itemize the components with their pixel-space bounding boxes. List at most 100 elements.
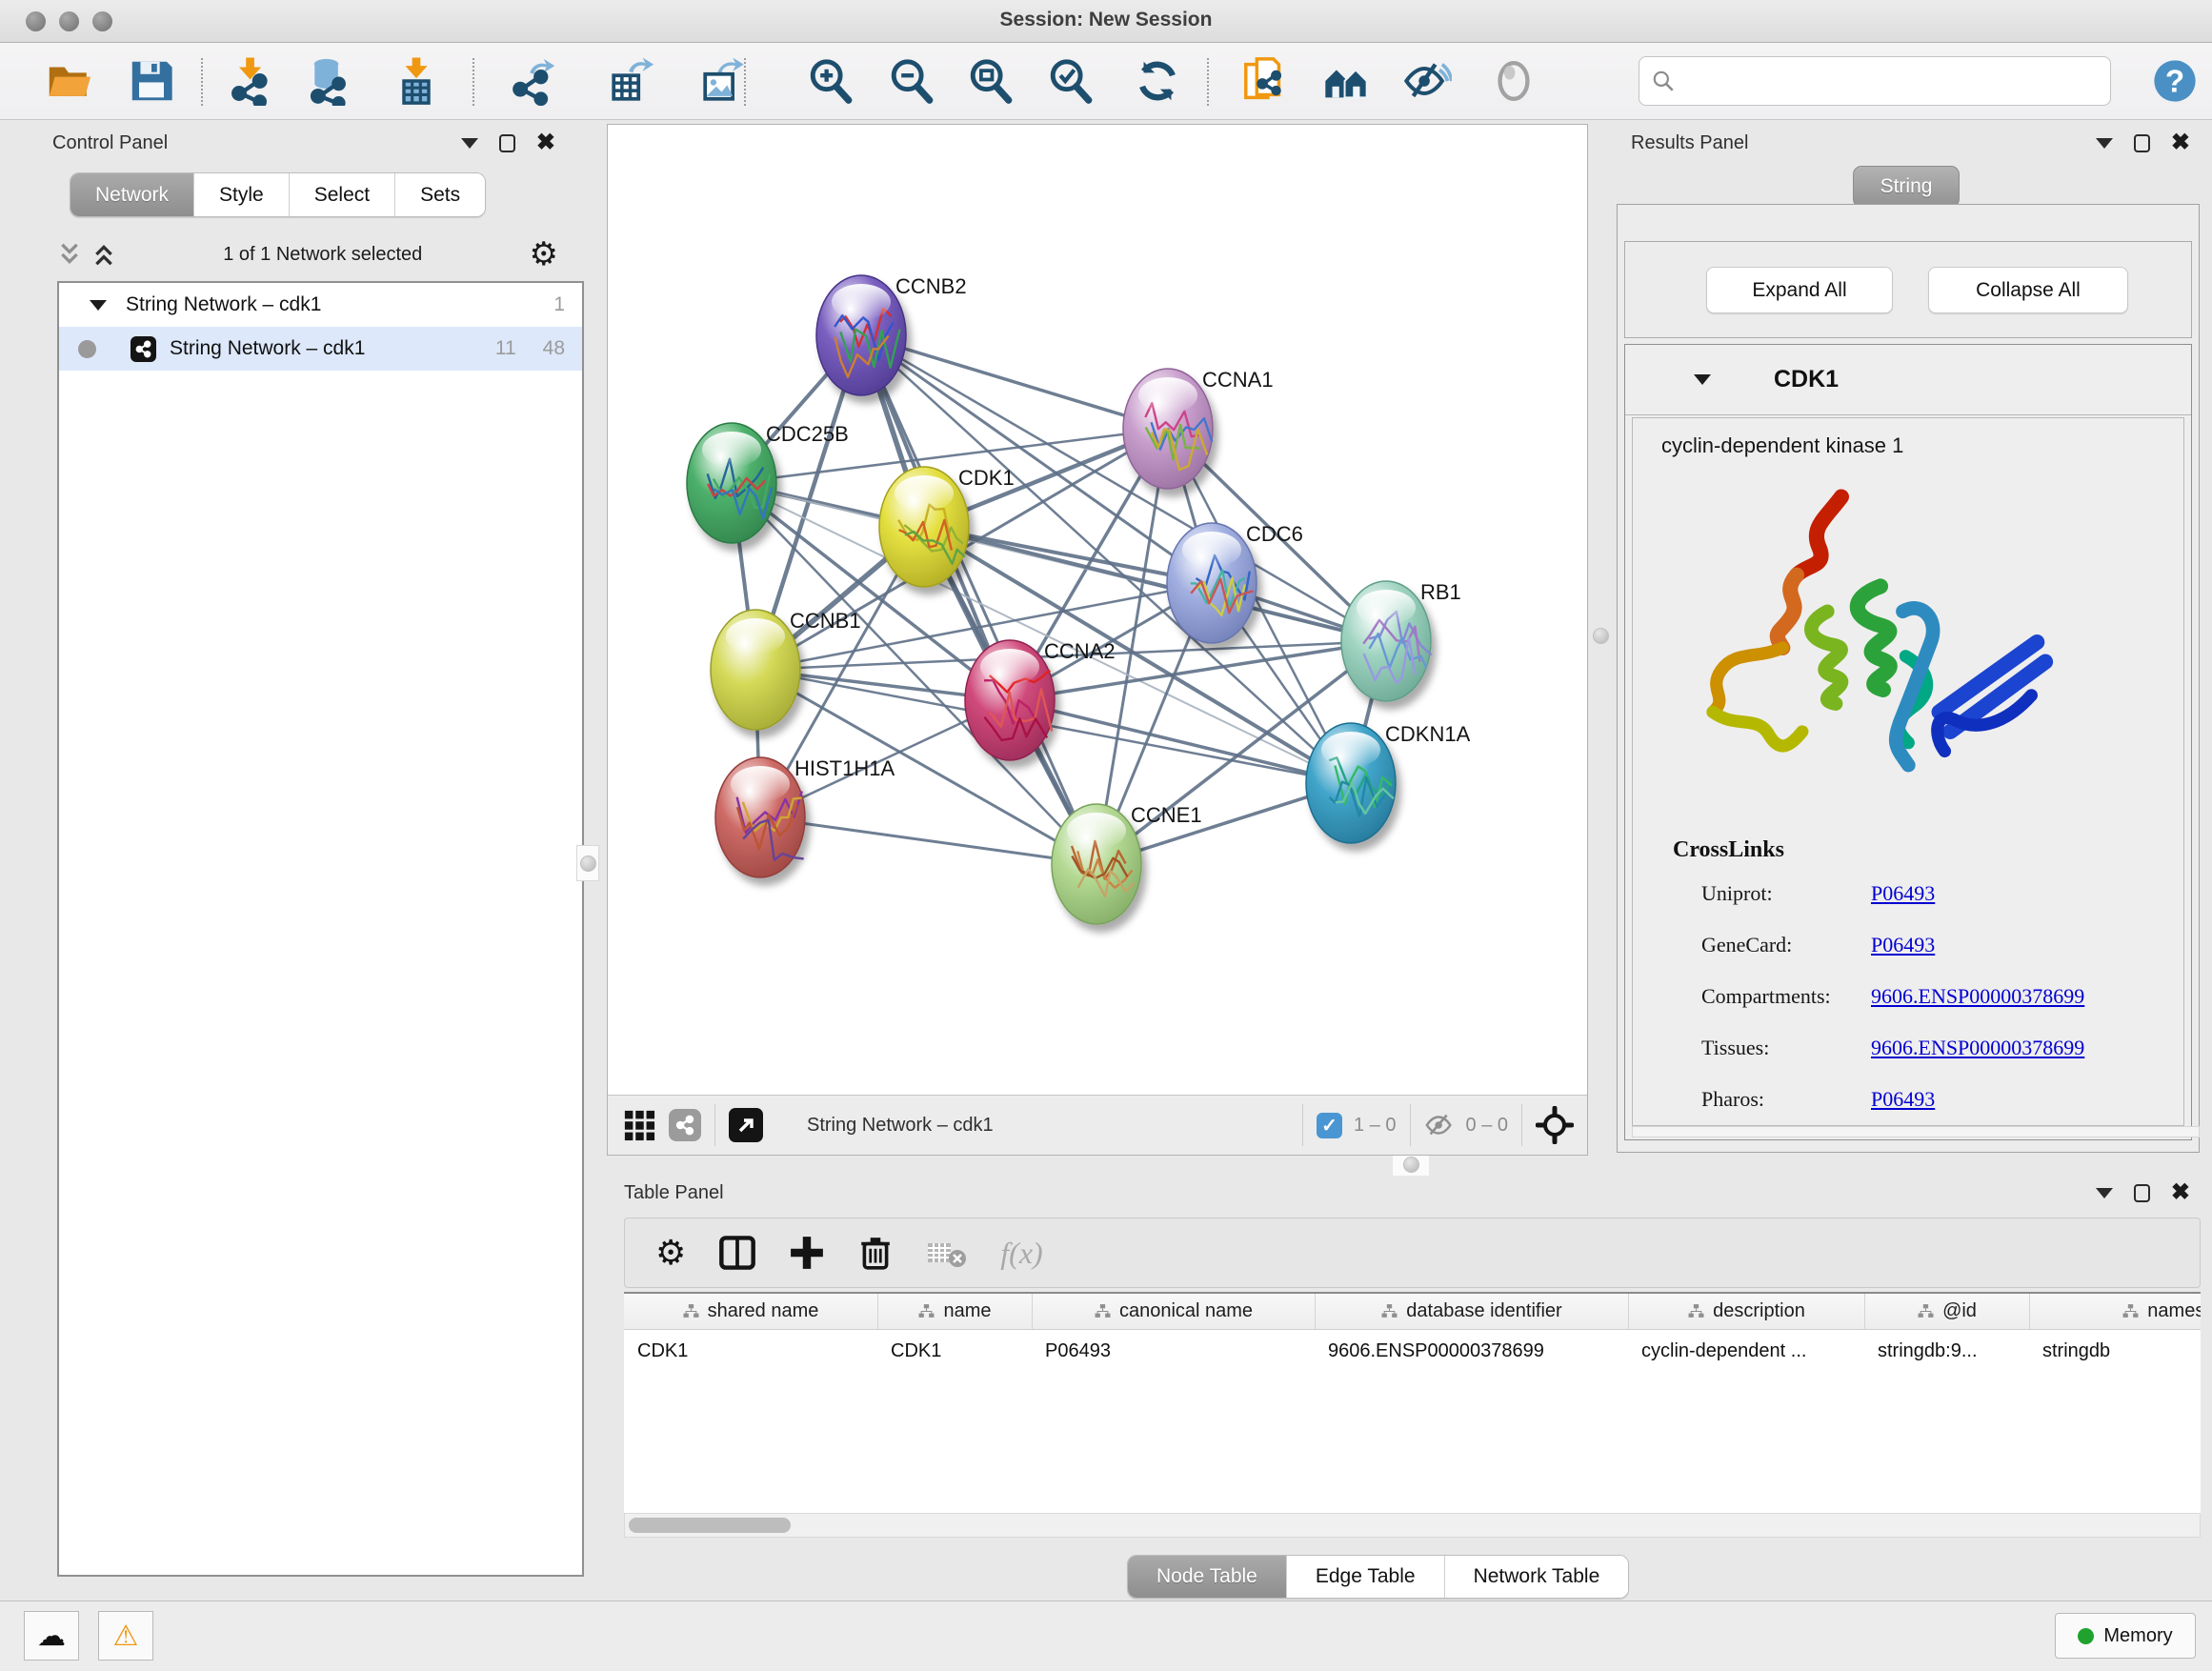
tab-network[interactable]: Network [70, 173, 193, 216]
column-header[interactable]: shared name [624, 1294, 877, 1329]
network-node-cdc6[interactable]: CDC6 [1167, 522, 1303, 643]
network-node-cdkn1a[interactable]: CDKN1A [1306, 722, 1471, 843]
column-header[interactable]: namespace [2029, 1294, 2201, 1329]
tree-expand-icon[interactable] [90, 300, 107, 311]
network-collection-row[interactable]: String Network – cdk1 1 [59, 283, 582, 327]
panel-menu-icon[interactable] [2096, 1188, 2113, 1198]
export-network-button[interactable] [508, 53, 563, 109]
panel-close-icon[interactable]: ✖ [2171, 1183, 2190, 1202]
memory-button[interactable]: Memory [2055, 1613, 2196, 1659]
network-edge[interactable] [1010, 700, 1351, 783]
tab-network-table[interactable]: Network Table [1444, 1556, 1629, 1598]
warnings-button[interactable]: ⚠ [98, 1611, 153, 1661]
column-header[interactable]: name [877, 1294, 1032, 1329]
panel-menu-icon[interactable] [2096, 138, 2113, 149]
tab-sets[interactable]: Sets [394, 173, 485, 216]
network-edge[interactable] [861, 335, 1168, 429]
table-cell[interactable]: CDK1 [624, 1330, 877, 1372]
crosslink-link[interactable]: 9606.ENSP00000378699 [1871, 984, 2084, 1009]
function-builder-icon[interactable]: f(x) [1000, 1236, 1042, 1271]
add-column-icon[interactable] [789, 1235, 825, 1271]
network-node-hist1h1a[interactable]: HIST1H1A [715, 756, 895, 877]
show-columns-icon[interactable] [718, 1234, 756, 1272]
panel-close-icon[interactable]: ✖ [2171, 133, 2190, 152]
network-edge[interactable] [760, 817, 1096, 864]
delete-table-icon[interactable] [926, 1236, 968, 1270]
tab-select[interactable]: Select [289, 173, 394, 216]
network-node-ccna2[interactable]: CCNA2 [965, 639, 1116, 760]
panel-float-icon[interactable] [2134, 1184, 2150, 1202]
table-cell[interactable]: CDK1 [877, 1330, 1032, 1372]
table-cell[interactable]: stringdb [2029, 1330, 2201, 1372]
collapse-all-icon[interactable] [57, 241, 82, 268]
import-network-button[interactable] [224, 53, 279, 109]
zoom-in-button[interactable] [803, 53, 858, 109]
scrollbar-thumb[interactable] [629, 1518, 791, 1533]
import-table-button[interactable] [389, 53, 444, 109]
network-node-ccne1[interactable]: CCNE1 [1052, 803, 1202, 924]
export-table-button[interactable] [604, 53, 659, 109]
zoom-selected-button[interactable] [1043, 53, 1098, 109]
network-options-gear-icon[interactable]: ⚙ [530, 238, 558, 271]
column-header[interactable]: @id [1864, 1294, 2029, 1329]
table-cell[interactable]: stringdb:9... [1864, 1330, 2029, 1372]
table-cell[interactable]: P06493 [1032, 1330, 1315, 1372]
string-style-icon[interactable] [669, 1109, 701, 1141]
gene-section-header[interactable]: CDK1 [1625, 345, 2191, 415]
crosslink-link[interactable]: P06493 [1871, 881, 1935, 906]
table-options-gear-icon[interactable]: ⚙ [655, 1233, 686, 1273]
network-edge[interactable] [861, 335, 1096, 864]
tab-style[interactable]: Style [193, 173, 289, 216]
column-header[interactable]: database identifier [1315, 1294, 1628, 1329]
expand-all-icon[interactable] [91, 241, 116, 268]
import-database-button[interactable] [300, 53, 355, 109]
table-cell[interactable]: 9606.ENSP00000378699 [1315, 1330, 1628, 1372]
export-image-button[interactable] [695, 53, 751, 109]
home-button[interactable] [1318, 53, 1374, 109]
table-row[interactable]: CDK1 CDK1 P06493 9606.ENSP00000378699 cy… [624, 1330, 2201, 1372]
table-cell[interactable]: cyclin-dependent ... [1628, 1330, 1864, 1372]
column-header[interactable]: description [1628, 1294, 1864, 1329]
network-node-rb1[interactable]: RB1 [1341, 580, 1461, 701]
tab-string[interactable]: String [1853, 166, 1960, 208]
results-scrollbar[interactable] [1632, 1126, 2200, 1137]
crosslink-link[interactable]: P06493 [1871, 1087, 1935, 1112]
table-horizontal-scrollbar[interactable] [624, 1513, 2201, 1538]
zoom-out-button[interactable] [884, 53, 939, 109]
bottom-splitter-handle[interactable] [1393, 1153, 1429, 1176]
network-node-ccnb1[interactable]: CCNB1 [711, 609, 861, 730]
network-node-ccnb2[interactable]: CCNB2 [816, 274, 967, 395]
show-graphics-button[interactable] [1486, 53, 1541, 109]
open-session-button[interactable] [41, 53, 96, 109]
hide-graphics-button[interactable] [1399, 53, 1455, 109]
search-box[interactable] [1639, 56, 2111, 106]
network-node-ccna1[interactable]: CCNA1 [1123, 368, 1274, 489]
search-input[interactable] [1683, 57, 2110, 105]
cloud-status-button[interactable]: ☁ [24, 1611, 79, 1661]
crosslink-link[interactable]: P06493 [1871, 933, 1935, 957]
open-in-window-icon[interactable] [729, 1108, 763, 1142]
column-header[interactable]: canonical name [1032, 1294, 1315, 1329]
expand-all-button[interactable]: Expand All [1706, 267, 1893, 313]
network-canvas[interactable]: CCNB2CCNA1CDC25BCDK1CDC6RB1CCNB1CCNA2CDK… [608, 125, 1587, 1095]
crosslink-link[interactable]: 9606.ENSP00000378699 [1871, 1036, 2084, 1060]
collapse-all-button[interactable]: Collapse All [1928, 267, 2128, 313]
birds-eye-crosshair-icon[interactable] [1536, 1106, 1574, 1144]
selected-checkbox-icon[interactable]: ✓ [1317, 1113, 1342, 1138]
save-session-button[interactable] [124, 53, 179, 109]
delete-column-icon[interactable] [857, 1235, 894, 1271]
network-row[interactable]: String Network – cdk1 11 48 [59, 327, 582, 371]
network-node-cdc25b[interactable]: CDC25B [687, 422, 849, 543]
zoom-fit-button[interactable] [963, 53, 1018, 109]
refresh-button[interactable] [1130, 53, 1185, 109]
left-splitter-handle[interactable] [576, 845, 599, 881]
panel-close-icon[interactable]: ✖ [536, 133, 555, 152]
panel-float-icon[interactable] [499, 134, 515, 152]
grid-view-icon[interactable] [623, 1109, 655, 1141]
tab-edge-table[interactable]: Edge Table [1286, 1556, 1444, 1598]
panel-menu-icon[interactable] [461, 138, 478, 149]
tab-node-table[interactable]: Node Table [1128, 1556, 1286, 1598]
collapse-section-icon[interactable] [1694, 374, 1711, 385]
clone-network-button[interactable] [1237, 53, 1293, 109]
help-button[interactable]: ? [2147, 53, 2202, 109]
